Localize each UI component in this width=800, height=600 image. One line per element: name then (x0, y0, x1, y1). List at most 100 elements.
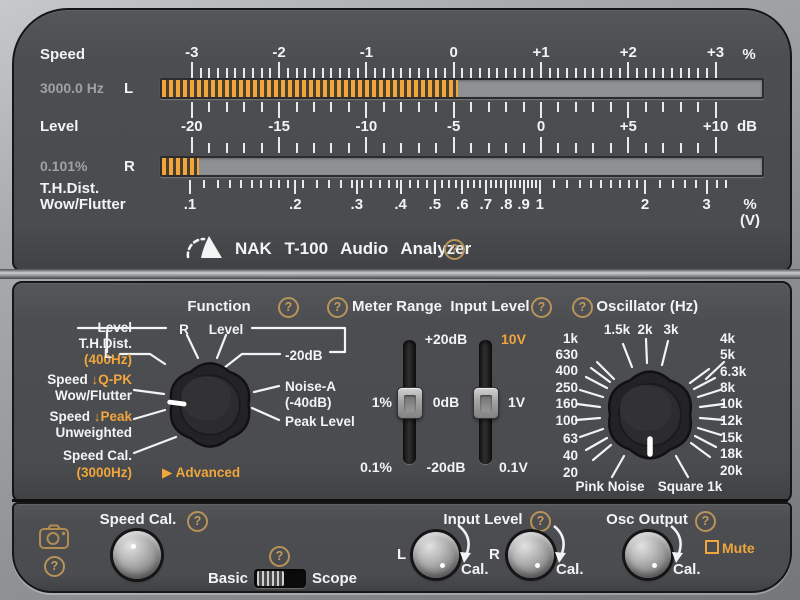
input-l-knob-indicator (440, 563, 445, 568)
control-panel: Function ? Level T.H.Dist. (400Hz) L R L… (12, 281, 792, 503)
osc-freq-18k: 18k (720, 446, 743, 461)
advanced-button[interactable]: ▶ Advanced (162, 465, 240, 481)
speed-readout: 3000.0 Hz (40, 80, 104, 96)
level-scale-ticks-upper (160, 102, 760, 118)
function-label-speed1: Speed (47, 372, 88, 387)
advanced-arrow-icon: ▶ (162, 465, 173, 480)
level-scale-label: Level (40, 118, 79, 135)
input-r-label: R (489, 546, 500, 563)
speed-scale-numbers: -3 -2 -1 0 +1 +2 +3 (185, 44, 725, 61)
snapshot-help-icon[interactable]: ? (44, 556, 65, 577)
mute-label: Mute (722, 540, 755, 556)
function-pos-speed-peak: Speed ↓Peak Unweighted (14, 409, 132, 441)
function-knob[interactable] (162, 357, 258, 453)
osc-freq-15k: 15k (720, 430, 743, 445)
meter-range-1pct-label: 1% (371, 394, 392, 410)
panel-divider (0, 269, 800, 279)
osc-freq-8k: 8k (720, 380, 736, 395)
function-title: Function (187, 298, 251, 315)
speed-unit-label: % (742, 46, 756, 63)
logo-text: NAK T-100 Audio Analyzer (235, 239, 472, 258)
osc-freq-5k: 5k (720, 347, 736, 362)
logo-help-icon[interactable]: ? (444, 239, 465, 260)
dist-readout: 0.101% (40, 158, 88, 174)
gauge-logo-icon (186, 236, 222, 259)
level-unit-label: dB (737, 118, 757, 135)
oscillator-unit-label: (Hz) (669, 298, 699, 315)
function-label-noise-a: Noise-A (285, 379, 337, 394)
function-pos-r: R (179, 322, 189, 337)
input-r-knob-indicator (535, 563, 540, 568)
mute-checkbox[interactable]: Mute (705, 540, 755, 556)
function-pos-peak-level: Peak Level (285, 414, 355, 429)
input-level-help-icon[interactable]: ? (531, 297, 552, 318)
osc-freq-20: 20 (562, 465, 578, 480)
osc-output-knob[interactable] (625, 532, 671, 578)
oscillator-title: Oscillator (596, 298, 666, 315)
mode-toggle-grip[interactable] (257, 571, 284, 586)
speed-cal-knob[interactable] (113, 531, 161, 579)
dist-unit-label: % (743, 196, 757, 213)
osc-freq-10k: 10k (720, 396, 743, 411)
function-pos-l: L (103, 346, 113, 361)
function-pos-speed-qpk: Speed ↓Q-PK Wow/Flutter (14, 372, 132, 404)
osc-output-help-icon[interactable]: ? (695, 511, 716, 532)
function-label-unweighted: Unweighted (55, 425, 133, 440)
osc-freq-250: 250 (555, 380, 578, 395)
meter-r-fill (162, 158, 200, 175)
osc-freq-40: 40 (562, 448, 578, 463)
dist-scale-numbers: .1.2.3.4.5.6.7.8.9 1 2 3 (183, 196, 711, 213)
osc-freq-160: 160 (555, 396, 578, 411)
speed-cal-help-icon[interactable]: ? (187, 511, 208, 532)
osc-freq-20k: 20k (720, 463, 743, 478)
advanced-label: Advanced (175, 465, 241, 480)
channel-r-label: R (124, 158, 135, 175)
snapshot-camera-icon[interactable] (38, 522, 70, 550)
mode-basic-label: Basic (207, 570, 248, 587)
meter-bar-left (160, 78, 764, 99)
osc-freq-400: 400 (555, 363, 578, 378)
mode-toggle-help-icon[interactable]: ? (269, 546, 290, 567)
osc-freq-630: 630 (555, 347, 578, 362)
meter-range-top-label: +20dB (424, 331, 468, 347)
input-l-knob[interactable] (413, 532, 459, 578)
oscillator-knob[interactable] (600, 365, 700, 465)
oscillator-help-icon[interactable]: ? (572, 297, 593, 318)
function-help-icon[interactable]: ? (278, 297, 299, 318)
osc-freq-1-5k: 1.5k (603, 322, 631, 337)
osc-freq-2k: 2k (637, 322, 653, 337)
thd-scale-label: T.H.Dist. (40, 180, 100, 197)
meter-range-mid-label: 0dB (432, 394, 460, 410)
mute-checkbox-box[interactable] (705, 540, 719, 554)
input-r-knob[interactable] (508, 532, 554, 578)
function-pos-speed-cal: Speed Cal. (3000Hz) (14, 447, 132, 481)
speed-scale-label: Speed (40, 46, 86, 63)
input-l-label: L (397, 546, 407, 563)
input-l-cal-label: Cal. (461, 561, 489, 578)
meter-range-help-icon[interactable]: ? (327, 297, 348, 318)
speed-cal-title: Speed Cal. (99, 511, 177, 528)
meter-l-fill (162, 80, 458, 97)
input-r-cal-arrow (553, 525, 566, 563)
wow-scale-label: Wow/Flutter (40, 196, 126, 213)
function-label-speed-cal-freq: (3000Hz) (76, 465, 132, 480)
meter-range-01pct-label: 0.1% (360, 459, 392, 475)
mode-toggle-switch[interactable] (254, 569, 306, 588)
osc-freq-3k: 3k (663, 322, 679, 337)
function-label-level: Level (97, 320, 132, 335)
mode-scope-label: Scope (312, 570, 358, 587)
dist-unit-volt-label: (V) (740, 212, 760, 229)
meter-panel: Speed 3000.0 Hz L Level 0.101% R T.H.Dis… (12, 8, 792, 272)
level-scale-ticks-lower (160, 137, 760, 153)
audio-analyzer-app: Speed 3000.0 Hz L Level 0.101% R T.H.Dis… (0, 0, 800, 600)
osc-freq-12k: 12k (720, 413, 743, 428)
function-pos-level-top: Level (208, 322, 244, 337)
meter-range-title: Meter Range (351, 298, 443, 315)
function-label-wow: Wow/Flutter (55, 388, 132, 403)
function-label-speed-cal: Speed Cal. (62, 448, 132, 463)
function-label-peak-tag: ↓Peak (93, 409, 132, 424)
function-label-qpk: ↓Q-PK (91, 372, 133, 387)
input-level-bottom-help-icon[interactable]: ? (530, 511, 551, 532)
function-pos-noise: Noise-A (-40dB) (285, 379, 336, 411)
osc-output-knob-indicator (652, 563, 657, 568)
